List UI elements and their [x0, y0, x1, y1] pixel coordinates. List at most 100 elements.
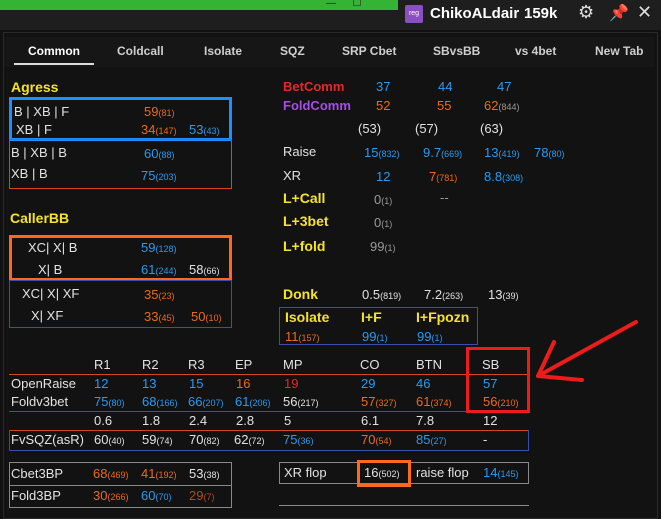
- stat-value: 13(39): [488, 287, 519, 302]
- callerbb-row-label: X| B: [38, 262, 63, 277]
- stat-value: 29: [361, 376, 376, 391]
- stat-value: 85(27): [416, 432, 447, 447]
- tab-vs-4bet[interactable]: vs 4bet: [515, 37, 556, 65]
- stat-value: 44: [438, 79, 453, 94]
- stat-value: 61(206): [235, 394, 271, 409]
- raiseflop-label: raise flop: [416, 465, 469, 480]
- stat-value: 7.8: [416, 413, 435, 428]
- stat-value: 13(419): [484, 145, 520, 160]
- stat-value: 62(844): [484, 98, 520, 113]
- stat-value: 34(147): [141, 122, 177, 137]
- stat-value: 61(244): [141, 262, 177, 277]
- divider: [9, 485, 232, 486]
- stat-value: 29(7): [189, 488, 215, 503]
- position-header: CO: [360, 357, 380, 372]
- fold3bp-label: Fold3BP: [11, 488, 61, 503]
- callerbb-row-label: X| XF: [31, 308, 64, 323]
- position-header: R1: [94, 357, 111, 372]
- stat-value: 12: [376, 169, 391, 184]
- sample-count: (63): [480, 121, 504, 136]
- stat-value: 19: [284, 376, 299, 391]
- position-header: R2: [142, 357, 159, 372]
- stat-value: 62(72): [234, 432, 265, 447]
- tab-bar: Common Coldcall Isolate SQZ SRP Cbet SBv…: [4, 37, 654, 67]
- divider: [279, 505, 529, 506]
- cbet3bp-label: Cbet3BP: [11, 466, 64, 481]
- agress-row-label: XB | B: [11, 166, 48, 181]
- raise-label: Raise: [283, 144, 317, 159]
- stat-value: 16: [236, 376, 251, 391]
- stat-value: 99(1): [417, 329, 443, 344]
- stat-value: --: [440, 190, 449, 205]
- stat-value: 9.7(669): [423, 145, 463, 160]
- foldv3bet-label: Foldv3bet: [11, 394, 69, 409]
- stat-value: 60(88): [144, 146, 175, 161]
- agress-row-label: B | XB | F: [14, 104, 70, 119]
- stat-value: 57(327): [361, 394, 397, 409]
- stat-value: 47: [497, 79, 512, 94]
- agress-header: Agress: [11, 79, 59, 95]
- stat-value: 70(54): [361, 432, 392, 447]
- close-icon[interactable]: ✕: [637, 2, 652, 23]
- sample-count: (57): [415, 121, 439, 136]
- stat-value: 75(36): [283, 432, 314, 447]
- stat-value: 1.8: [142, 413, 161, 428]
- player-name: ChikoALdair: [430, 5, 520, 22]
- tab-srp-cbet[interactable]: SRP Cbet: [342, 37, 396, 65]
- tab-common[interactable]: Common: [14, 37, 94, 65]
- foldcomm-label: FoldComm: [283, 98, 351, 113]
- stat-value: 58(66): [189, 262, 220, 277]
- sb-annotation-box: [466, 347, 530, 413]
- window-controls: — ☐: [318, 0, 398, 10]
- annotation-arrow-icon: [536, 320, 638, 382]
- stat-value: 52: [376, 98, 391, 113]
- hands-count: 159k: [524, 5, 558, 22]
- pin-icon[interactable]: 📌: [609, 3, 629, 23]
- stat-value: 75(80): [94, 394, 125, 409]
- stat-value: 99(1): [362, 329, 388, 344]
- openraise-label: OpenRaise: [11, 376, 77, 391]
- tab-sbvsbb[interactable]: SBvsBB: [433, 37, 480, 65]
- xrflop-label: XR flop: [284, 465, 327, 480]
- stat-value: 50(10): [191, 309, 222, 324]
- stat-value: 0.5(819): [362, 287, 402, 302]
- stat-value: 56(217): [283, 394, 319, 409]
- tab-coldcall[interactable]: Coldcall: [117, 37, 164, 65]
- position-header: MP: [283, 357, 303, 372]
- stat-value: 53(38): [189, 466, 220, 481]
- stat-value: 2.4: [189, 413, 208, 428]
- tab-new-tab[interactable]: New Tab: [595, 37, 643, 65]
- tab-isolate[interactable]: Isolate: [204, 37, 242, 65]
- minimize-button[interactable]: —: [318, 0, 344, 9]
- stat-value: 11(157): [285, 329, 320, 344]
- stat-value: 5: [284, 413, 292, 428]
- stat-value: 15: [189, 376, 204, 391]
- stat-value: 41(192): [141, 466, 177, 481]
- stat-value: 7.2(263): [424, 287, 464, 302]
- stat-value: 13: [142, 376, 157, 391]
- stat-value: 12: [483, 413, 498, 428]
- stat-value: 60(40): [94, 432, 125, 447]
- stat-value: 12: [94, 376, 109, 391]
- stat-value: 59(128): [141, 240, 177, 255]
- l3bet-label: L+3bet: [283, 213, 329, 229]
- maximize-button[interactable]: ☐: [344, 0, 370, 9]
- stat-value: 8.8(308): [484, 169, 524, 184]
- stat-value: 0(1): [374, 215, 393, 230]
- isolate-label: Isolate: [285, 309, 330, 325]
- tab-sqz[interactable]: SQZ: [280, 37, 305, 65]
- callerbb-header: CallerBB: [10, 210, 70, 226]
- stat-value: 66(207): [188, 394, 224, 409]
- stat-value: 60(70): [141, 488, 172, 503]
- stat-value: 68(469): [93, 466, 129, 481]
- gear-icon[interactable]: ⚙: [578, 2, 594, 23]
- stat-value: 7(781): [429, 169, 458, 184]
- stat-value: 35(23): [144, 287, 175, 302]
- hud-badge-icon: reg: [405, 5, 423, 23]
- lfold-label: L+fold: [283, 238, 326, 254]
- donk-label: Donk: [283, 286, 318, 302]
- stat-value: 0(1): [374, 192, 393, 207]
- stat-value: 59(74): [142, 432, 173, 447]
- stat-value: 75(203): [141, 168, 177, 183]
- stat-value: 46: [416, 376, 431, 391]
